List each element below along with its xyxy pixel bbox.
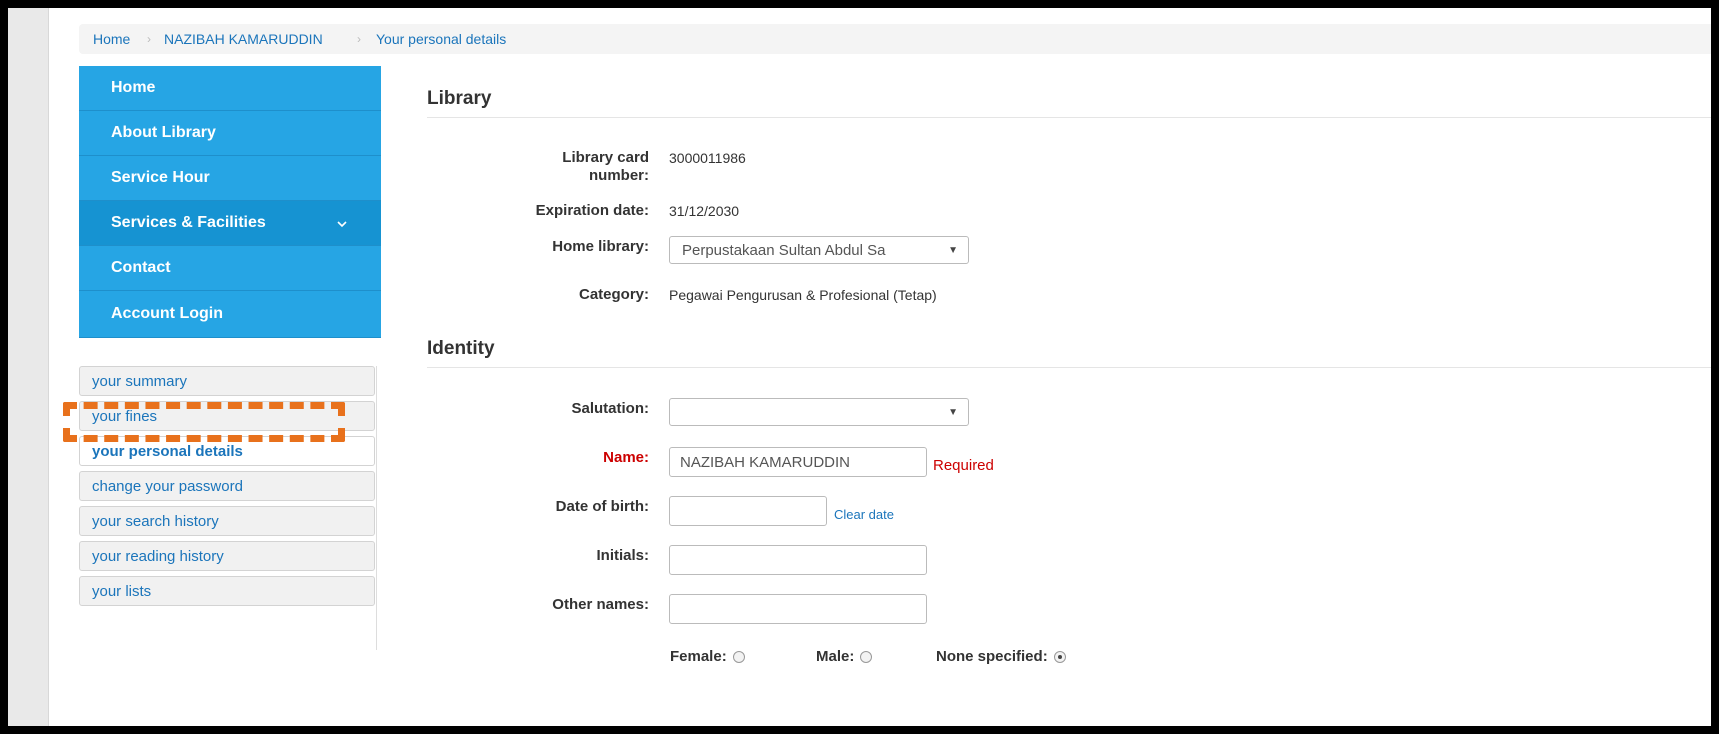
name-input[interactable] — [669, 447, 927, 477]
caret-down-icon: ▼ — [948, 245, 958, 256]
card-number-label-line2: number: — [589, 167, 649, 184]
breadcrumb-current[interactable]: Your personal details — [376, 24, 506, 54]
gender-none[interactable]: None specified: — [936, 648, 1066, 665]
nav-login-label: Account Login — [111, 305, 223, 322]
menu-change-password[interactable]: change your password — [79, 471, 375, 501]
divider — [427, 117, 1711, 118]
nav-services-label: Services & Facilities — [111, 214, 266, 231]
caret-down-icon: ▼ — [948, 407, 958, 418]
menu-your-lists[interactable]: your lists — [79, 576, 375, 606]
name-required-text: Required — [933, 457, 994, 474]
salutation-label: Salutation: — [571, 400, 650, 417]
nav-account-login[interactable]: Account Login — [79, 291, 381, 338]
clear-date-link[interactable]: Clear date — [834, 507, 894, 522]
library-heading: Library — [427, 88, 492, 109]
home-library-label: Home library: — [552, 238, 649, 255]
main-nav: Home About Library Service Hour Services… — [79, 66, 381, 338]
identity-heading: Identity — [427, 338, 495, 359]
menu-reading-history[interactable]: your reading history — [79, 541, 375, 571]
category-value: Pegawai Pengurusan & Profesional (Tetap) — [669, 287, 937, 303]
screenshot-frame: Home › NAZIBAH KAMARUDDIN › Your persona… — [8, 8, 1711, 726]
home-library-value: Perpustakaan Sultan Abdul Sa — [682, 242, 886, 259]
menu-your-summary[interactable]: your summary — [79, 366, 375, 396]
date-of-birth-input[interactable] — [669, 496, 827, 526]
breadcrumb: Home › NAZIBAH KAMARUDDIN › Your persona… — [79, 24, 1711, 54]
breadcrumb-separator: › — [357, 32, 361, 46]
expiration-value: 31/12/2030 — [669, 203, 740, 219]
divider — [376, 366, 377, 650]
breadcrumb-separator: › — [147, 32, 151, 46]
nav-contact-label: Contact — [111, 259, 171, 276]
home-library-select[interactable]: Perpustakaan Sultan Abdul Sa ▼ — [669, 236, 969, 264]
gender-male-label: Male: — [816, 648, 855, 665]
expiration-label: Expiration date: — [535, 202, 649, 219]
nav-contact[interactable]: Contact — [79, 246, 381, 291]
menu-your-personal-details[interactable]: your personal details — [79, 436, 375, 466]
divider — [427, 367, 1711, 368]
radio-female[interactable] — [732, 651, 745, 663]
breadcrumb-patron[interactable]: NAZIBAH KAMARUDDIN — [164, 24, 323, 54]
nav-services-facilities[interactable]: Services & Facilities — [79, 201, 381, 246]
card-number-value: 3000011986 — [669, 150, 746, 166]
date-of-birth-label: Date of birth: — [555, 498, 649, 515]
card-number-label-line1: Library card — [562, 149, 649, 166]
gender-male[interactable]: Male: — [816, 648, 873, 665]
chevron-down-icon — [337, 221, 347, 228]
menu-your-fines[interactable]: your fines — [79, 401, 375, 431]
other-names-label: Other names: — [552, 596, 649, 613]
breadcrumb-home[interactable]: Home — [93, 24, 130, 54]
initials-label: Initials: — [596, 547, 649, 564]
nav-service-hour[interactable]: Service Hour — [79, 156, 381, 201]
other-names-input[interactable] — [669, 594, 927, 624]
nav-service-hour-label: Service Hour — [111, 169, 210, 186]
name-label: Name: — [603, 449, 649, 466]
gender-none-label: None specified: — [936, 648, 1048, 665]
menu-search-history[interactable]: your search history — [79, 506, 375, 536]
nav-home-label: Home — [111, 79, 156, 96]
gender-female[interactable]: Female: — [670, 648, 745, 665]
initials-input[interactable] — [669, 545, 927, 575]
gender-female-label: Female: — [670, 648, 727, 665]
radio-none-specified[interactable] — [1053, 651, 1066, 663]
salutation-select[interactable]: ▼ — [669, 398, 969, 426]
category-label: Category: — [578, 286, 649, 303]
radio-male[interactable] — [860, 651, 873, 663]
card-number-label: Library card number: — [427, 149, 649, 185]
nav-home[interactable]: Home — [79, 66, 381, 111]
page: Home › NAZIBAH KAMARUDDIN › Your persona… — [48, 8, 1711, 726]
nav-about-label: About Library — [111, 124, 216, 141]
nav-about-library[interactable]: About Library — [79, 111, 381, 156]
